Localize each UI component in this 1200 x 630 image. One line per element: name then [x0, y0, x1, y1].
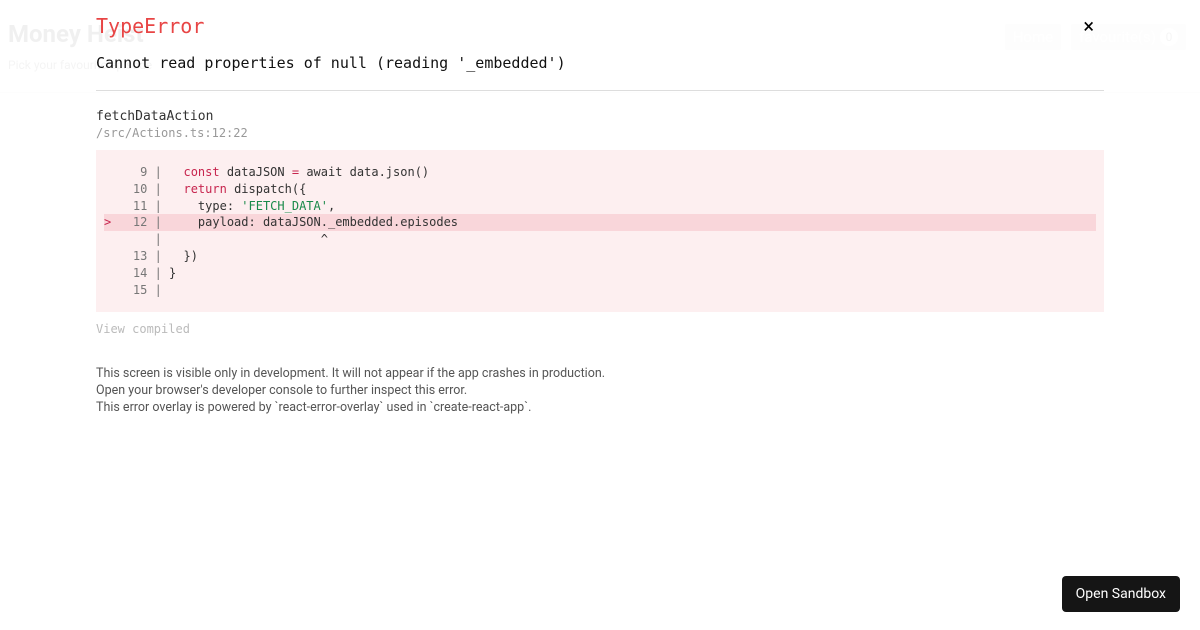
code-line: 11 | type: 'FETCH_DATA',: [104, 198, 1096, 215]
code-snippet: 9 | const dataJSON = await data.json() 1…: [96, 150, 1104, 312]
error-message: Cannot read properties of null (reading …: [96, 54, 1104, 72]
close-icon[interactable]: ×: [1083, 16, 1094, 36]
code-line: > 12 | payload: dataJSON._embedded.episo…: [104, 214, 1096, 231]
code-line: 15 |: [104, 282, 1096, 299]
divider: [96, 90, 1104, 91]
error-location: /src/Actions.ts:12:22: [96, 126, 1104, 140]
error-function-name: fetchDataAction: [96, 109, 1104, 124]
code-line: 14 | }: [104, 265, 1096, 282]
error-type: TypeError: [96, 14, 1104, 38]
dev-note-1: This screen is visible only in developme…: [96, 366, 1104, 383]
code-line: 13 | }): [104, 248, 1096, 265]
view-compiled-link[interactable]: View compiled: [96, 322, 1104, 336]
code-line: 9 | const dataJSON = await data.json(): [104, 164, 1096, 181]
dev-note-3: This error overlay is powered by `react-…: [96, 400, 1104, 417]
dev-note-2: Open your browser's developer console to…: [96, 383, 1104, 400]
code-line: 10 | return dispatch({: [104, 181, 1096, 198]
open-sandbox-button[interactable]: Open Sandbox: [1062, 576, 1180, 612]
error-overlay: × TypeError Cannot read properties of nu…: [0, 0, 1200, 630]
code-line: | ^: [104, 231, 1096, 248]
